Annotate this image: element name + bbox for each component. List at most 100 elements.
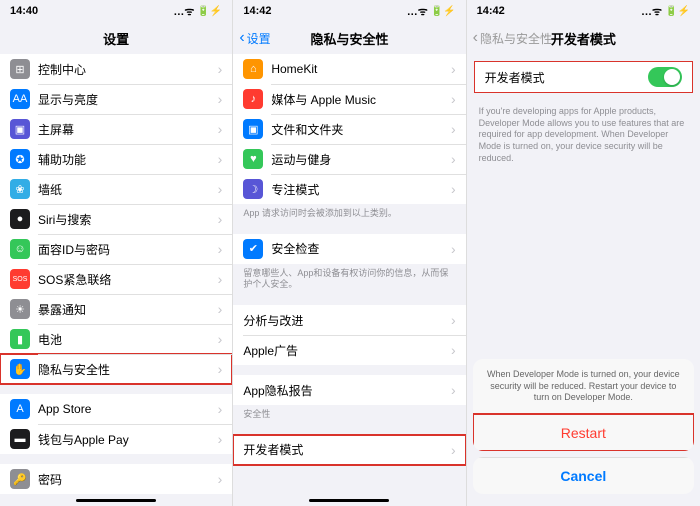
row-label: 控制中心 bbox=[38, 61, 218, 78]
chevron-right-icon: › bbox=[218, 331, 223, 347]
settings-row[interactable]: 🔑密码› bbox=[0, 464, 232, 494]
row-icon: ✪ bbox=[10, 149, 30, 169]
row-label: 主屏幕 bbox=[38, 121, 218, 138]
chevron-right-icon: › bbox=[451, 342, 456, 358]
settings-row[interactable]: ☽ 专注模式› bbox=[233, 174, 465, 204]
sheet-cancel-group: Cancel bbox=[473, 457, 694, 494]
settings-row[interactable]: ♪ 媒体与 Apple Music› bbox=[233, 84, 465, 114]
time: 14:40 bbox=[10, 5, 38, 17]
nav-title: 设置 bbox=[103, 29, 129, 48]
action-sheet: When Developer Mode is turned on, your d… bbox=[467, 0, 700, 506]
row-icon: ▬ bbox=[10, 429, 30, 449]
row-icon: ▮ bbox=[10, 329, 30, 349]
row-label: 显示与亮度 bbox=[38, 91, 218, 108]
settings-row[interactable]: SOSSOS紧急联络› bbox=[0, 264, 232, 294]
settings-row[interactable]: ▮ 电池› bbox=[0, 324, 232, 354]
row-label: 媒体与 Apple Music bbox=[271, 91, 451, 108]
status-icons: …ᯤ 🔋⚡ bbox=[173, 4, 222, 19]
chevron-right-icon: › bbox=[218, 91, 223, 107]
developer-mode: 14:42 …ᯤ 🔋⚡ ‹隐私与安全性 开发者模式 开发者模式 If you'r… bbox=[467, 0, 700, 506]
sheet-message: When Developer Mode is turned on, your d… bbox=[473, 359, 694, 414]
settings-list[interactable]: ⊞控制中心›AA显示与亮度›▣主屏幕›✪辅助功能›❀墙纸›●Siri与搜索›☺面… bbox=[0, 54, 232, 506]
row-icon: ✔ bbox=[243, 239, 263, 259]
row-icon: ▣ bbox=[10, 119, 30, 139]
row-label: 运动与健身 bbox=[271, 151, 451, 168]
row-icon: A bbox=[10, 399, 30, 419]
row-icon: ☺ bbox=[10, 239, 30, 259]
settings-row[interactable]: App隐私报告› bbox=[233, 375, 465, 405]
chevron-right-icon: › bbox=[218, 121, 223, 137]
chevron-right-icon: › bbox=[451, 181, 456, 197]
status-icons: …ᯤ 🔋⚡ bbox=[407, 4, 456, 19]
chevron-left-icon: ‹ bbox=[239, 30, 244, 46]
row-icon: ♪ bbox=[243, 89, 263, 109]
chevron-right-icon: › bbox=[218, 241, 223, 257]
row-label: 专注模式 bbox=[271, 181, 451, 198]
privacy-list[interactable]: ⌂HomeKit›♪媒体与 Apple Music›▣文件和文件夹›♥运动与健身… bbox=[233, 54, 465, 506]
row-label: 辅助功能 bbox=[38, 151, 218, 168]
row-label: 隐私与安全性 bbox=[38, 361, 218, 378]
chevron-right-icon: › bbox=[451, 312, 456, 328]
settings-row[interactable]: ✔安全检查› bbox=[233, 234, 465, 264]
settings-row[interactable]: ▣ 主屏幕› bbox=[0, 114, 232, 144]
chevron-right-icon: › bbox=[218, 471, 223, 487]
settings-row[interactable]: Apple广告› bbox=[233, 335, 465, 365]
settings-row[interactable]: A App Store› bbox=[0, 394, 232, 424]
row-label: SOS紧急联络 bbox=[38, 271, 218, 288]
settings-row[interactable]: ♥运动与健身› bbox=[233, 144, 465, 174]
back-button[interactable]: ‹设置 bbox=[239, 30, 270, 47]
section-header: 安全性 bbox=[233, 405, 465, 425]
chevron-right-icon: › bbox=[218, 361, 223, 377]
settings-row[interactable]: ⌂ HomeKit› bbox=[233, 54, 465, 84]
settings-row[interactable]: ☺面容ID与密码› bbox=[0, 234, 232, 264]
chevron-right-icon: › bbox=[218, 401, 223, 417]
nav-title: 隐私与安全性 bbox=[310, 29, 388, 48]
chevron-right-icon: › bbox=[218, 431, 223, 447]
row-icon: ☽ bbox=[243, 179, 263, 199]
row-label: 安全检查 bbox=[271, 240, 451, 257]
settings-row[interactable]: ✪辅助功能› bbox=[0, 144, 232, 174]
row-icon: ✋ bbox=[10, 359, 30, 379]
row-label: Siri与搜索 bbox=[38, 211, 218, 228]
settings-row[interactable]: ⊞ 控制中心› bbox=[0, 54, 232, 84]
chevron-right-icon: › bbox=[218, 181, 223, 197]
status-bar: 14:40 …ᯤ 🔋⚡ bbox=[0, 0, 232, 22]
settings-row[interactable]: ✋ 隐私与安全性› bbox=[0, 354, 232, 384]
chevron-right-icon: › bbox=[451, 382, 456, 398]
settings-row[interactable]: 开发者模式› bbox=[233, 435, 465, 465]
cancel-button[interactable]: Cancel bbox=[473, 457, 694, 494]
chevron-right-icon: › bbox=[451, 121, 456, 137]
settings-row[interactable]: ☀ 暴露通知› bbox=[0, 294, 232, 324]
settings-row[interactable]: ▣文件和文件夹› bbox=[233, 114, 465, 144]
row-label: App隐私报告 bbox=[243, 382, 451, 399]
chevron-right-icon: › bbox=[451, 91, 456, 107]
row-label: App Store bbox=[38, 402, 218, 416]
row-label: 暴露通知 bbox=[38, 301, 218, 318]
chevron-right-icon: › bbox=[451, 61, 456, 77]
chevron-right-icon: › bbox=[218, 61, 223, 77]
nav-bar: 设置 bbox=[0, 22, 232, 54]
row-icon: ▣ bbox=[243, 119, 263, 139]
row-label: HomeKit bbox=[271, 62, 451, 76]
chevron-right-icon: › bbox=[218, 301, 223, 317]
footer-text: App 请求访问时会被添加到以上类别。 bbox=[233, 204, 465, 224]
settings-row[interactable]: ●Siri与搜索› bbox=[0, 204, 232, 234]
time: 14:42 bbox=[243, 5, 271, 17]
home-indicator[interactable] bbox=[309, 499, 389, 502]
row-label: 分析与改进 bbox=[243, 312, 451, 329]
privacy-security: 14:42 …ᯤ 🔋⚡ ‹设置 隐私与安全性 ⌂HomeKit›♪媒体与 App… bbox=[233, 0, 466, 506]
row-icon: ⌂ bbox=[243, 59, 263, 79]
settings-row[interactable]: ▬ 钱包与Apple Pay› bbox=[0, 424, 232, 454]
row-icon: ● bbox=[10, 209, 30, 229]
settings-row[interactable]: ❀墙纸› bbox=[0, 174, 232, 204]
row-label: 电池 bbox=[38, 331, 218, 348]
restart-button[interactable]: Restart bbox=[473, 414, 694, 451]
row-icon: SOS bbox=[10, 269, 30, 289]
row-label: 密码 bbox=[38, 471, 218, 488]
settings-row[interactable]: AA显示与亮度› bbox=[0, 84, 232, 114]
settings-row[interactable]: 分析与改进› bbox=[233, 305, 465, 335]
home-indicator[interactable] bbox=[76, 499, 156, 502]
row-icon: ☀ bbox=[10, 299, 30, 319]
row-icon: ⊞ bbox=[10, 59, 30, 79]
row-label: 钱包与Apple Pay bbox=[38, 431, 218, 448]
